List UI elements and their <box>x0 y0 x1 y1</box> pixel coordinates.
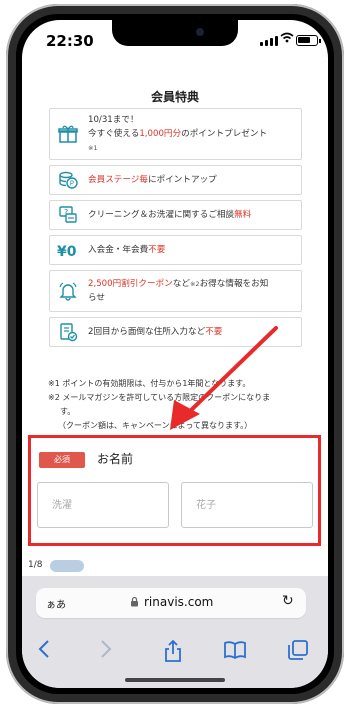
benefit-text: にポイントアップ <box>148 175 217 185</box>
benefit-text: 今すぐ使える <box>88 129 140 139</box>
footnotes: ※1 ポイントの有効期限は、付与から1年間となります。 ※2 メールマガジンを許… <box>48 377 318 433</box>
required-badge: 必須 <box>39 452 85 468</box>
back-icon[interactable] <box>38 640 50 663</box>
battery-icon <box>296 35 321 46</box>
document-check-icon <box>56 320 80 344</box>
benefit-item-fee: ¥0 入会金・年会費不要 <box>49 235 302 265</box>
benefit-line: 10/31まで！ <box>88 115 139 125</box>
bookmarks-icon[interactable] <box>224 640 246 665</box>
lock-icon <box>130 596 139 610</box>
wifi-icon <box>280 32 294 46</box>
screen: 22:30 会員特典 10/31まで！ 今すぐ使える1,000円分のポイントプレ… <box>22 20 328 688</box>
bell-icon <box>56 279 80 303</box>
benefit-text: のポイントプレゼント <box>181 129 268 139</box>
benefit-text: らせ <box>88 293 106 303</box>
signal-icon <box>260 36 278 46</box>
benefit-text: クリーニング＆お洗濯に関するご相談 <box>88 210 235 220</box>
svg-text:¥0: ¥0 <box>57 244 77 260</box>
share-icon[interactable] <box>164 639 182 667</box>
benefit-highlight: 会員ステージ毎 <box>88 175 148 185</box>
benefit-highlight: 不要 <box>148 245 166 255</box>
svg-text:P: P <box>70 180 74 188</box>
benefit-item-points: 10/31まで！ 今すぐ使える1,000円分のポイントプレゼント ※1 <box>49 108 302 160</box>
phone-mockup: 22:30 会員特典 10/31まで！ 今すぐ使える1,000円分のポイントプレ… <box>0 0 350 709</box>
footnote: ※2 メールマガジンを許可している方限定のクーポンになりま <box>48 393 271 402</box>
benefit-highlight: 1,000円分 <box>139 129 182 139</box>
address-bar[interactable]: ぁあ rinavis.com ↻ <box>36 588 306 618</box>
yen-zero-icon: ¥0 <box>56 238 80 262</box>
benefit-highlight: 無料 <box>234 210 252 220</box>
footnote-marker: ※1 <box>88 144 98 152</box>
status-time: 22:30 <box>46 32 94 50</box>
name-form-highlight: 必須 お名前 <box>28 435 321 546</box>
benefit-item-coupon: 2,500円割引クーポンなど※2お得な情報をお知 らせ <box>49 270 302 312</box>
gift-icon <box>56 122 80 146</box>
footnote-marker: ※2 <box>189 280 200 288</box>
benefit-item-stage: P 会員ステージ毎にポイントアップ <box>49 165 302 195</box>
notch <box>112 20 238 46</box>
footnote: す。 <box>60 407 76 416</box>
footnote: ※1 ポイントの有効期限は、付与から1年間となります。 <box>48 379 251 388</box>
home-indicator <box>125 678 225 682</box>
status-bar: 22:30 <box>22 20 328 60</box>
name-field-label: お名前 <box>97 452 134 466</box>
url-text[interactable]: rinavis.com <box>144 595 213 609</box>
benefit-text: 入会金・年会費 <box>88 245 149 255</box>
chat-question-icon: ? <box>56 203 80 227</box>
benefit-text: など <box>172 279 190 289</box>
footnote: （クーポン額は、キャンペーンによって異なります。） <box>58 421 253 430</box>
page-settings-button[interactable]: ぁあ <box>46 596 66 611</box>
first-name-input[interactable] <box>181 482 313 528</box>
benefit-text: お得な情報をお知 <box>199 279 269 289</box>
coin-stack-icon: P <box>56 168 80 192</box>
tabs-icon[interactable] <box>288 640 308 665</box>
forward-icon[interactable] <box>100 640 112 663</box>
benefit-highlight: 不要 <box>205 327 223 337</box>
safari-bottom-bar: ぁあ rinavis.com ↻ <box>22 576 328 688</box>
benefit-text: 2回目から面倒な住所入力など <box>88 327 206 337</box>
page-counter: 1/8 <box>28 560 43 570</box>
benefit-item-address: 2回目から面倒な住所入力など不要 <box>49 317 302 347</box>
last-name-input[interactable] <box>37 482 169 528</box>
front-camera <box>196 28 204 36</box>
section-title: 会員特典 <box>150 90 199 104</box>
benefit-highlight: 2,500円割引クーポン <box>88 279 173 289</box>
safari-toolbar <box>22 632 328 672</box>
benefit-list: 10/31まで！ 今すぐ使える1,000円分のポイントプレゼント ※1 P 会員… <box>49 108 302 352</box>
progress-indicator <box>50 560 84 572</box>
reload-icon[interactable]: ↻ <box>282 593 294 609</box>
benefit-item-consult: ? クリーニング＆お洗濯に関するご相談無料 <box>49 200 302 230</box>
